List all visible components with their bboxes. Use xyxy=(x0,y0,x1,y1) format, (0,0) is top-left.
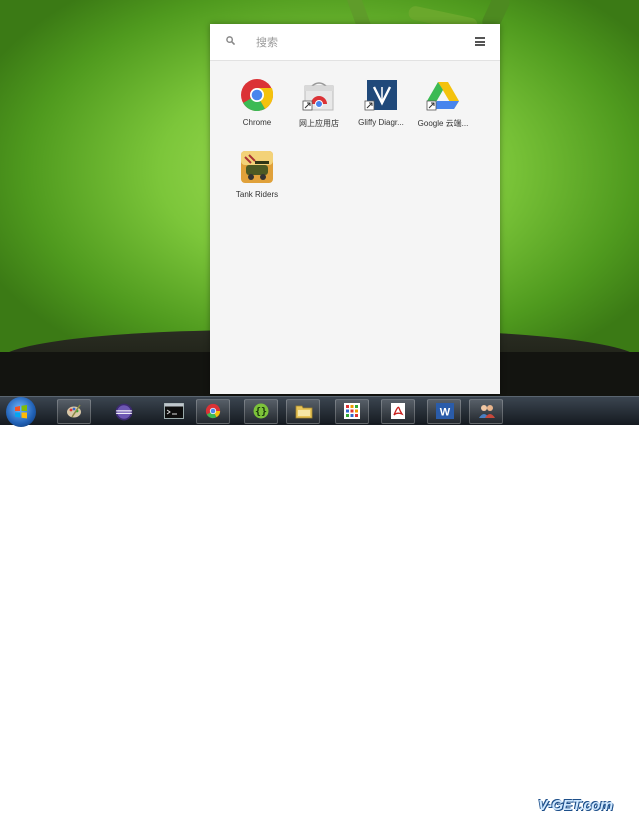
contacts-icon xyxy=(479,405,495,418)
app-label: Gliffy Diagr... xyxy=(358,118,404,127)
app-label: 网上应用店 xyxy=(299,119,339,128)
launcher-search-bar xyxy=(210,24,500,61)
web-store-icon xyxy=(302,82,334,111)
google-drive-icon xyxy=(426,82,459,111)
svg-text:{}: {} xyxy=(255,407,267,418)
gliffy-icon xyxy=(364,80,397,111)
eclipse-icon xyxy=(115,403,133,421)
pdf-icon xyxy=(391,403,405,419)
svg-text:W: W xyxy=(440,407,451,419)
taskbar-pdf-reader[interactable] xyxy=(381,399,415,424)
apps-grid-icon xyxy=(344,403,360,419)
paint-palette-icon xyxy=(67,404,81,418)
app-label: Google 云端... xyxy=(417,119,469,128)
app-tile-chrome[interactable]: Chrome xyxy=(222,72,292,142)
search-icon xyxy=(226,36,235,45)
terminal-icon xyxy=(164,403,184,419)
chrome-icon xyxy=(241,79,274,112)
watermark-logo: V-GET.com xyxy=(538,797,613,814)
start-button[interactable] xyxy=(6,397,36,427)
hamburger-menu-icon[interactable] xyxy=(475,37,485,46)
taskbar-word[interactable]: W xyxy=(427,399,461,424)
word-icon: W xyxy=(436,403,454,419)
taskbar-code-editor[interactable]: {} xyxy=(244,399,278,424)
app-label: Tank Riders xyxy=(235,190,279,199)
app-tile-google-drive[interactable]: Google 云端... xyxy=(408,72,478,142)
chrome-icon xyxy=(205,403,221,419)
windows-logo-icon xyxy=(15,405,27,419)
taskbar-file-explorer[interactable] xyxy=(286,399,320,424)
app-launcher-panel: Chrome 网上应用店 Gliffy Diagr... xyxy=(210,24,500,394)
taskbar-app-launcher[interactable] xyxy=(335,399,369,424)
app-label: Chrome xyxy=(242,118,272,127)
taskbar-chrome[interactable] xyxy=(196,399,230,424)
taskbar-paint[interactable] xyxy=(57,399,91,424)
code-braces-icon: {} xyxy=(253,403,269,419)
app-tile-web-store[interactable]: 网上应用店 xyxy=(284,72,354,142)
taskbar-eclipse[interactable] xyxy=(106,399,140,424)
folder-icon xyxy=(295,405,313,419)
app-tile-tank-riders[interactable]: Tank Riders xyxy=(222,144,292,214)
taskbar-contacts[interactable] xyxy=(469,399,503,424)
app-tile-gliffy[interactable]: Gliffy Diagr... xyxy=(346,72,416,142)
tank-riders-icon xyxy=(241,151,273,183)
taskbar-terminal[interactable] xyxy=(155,399,189,424)
launcher-search-input[interactable] xyxy=(254,33,458,53)
taskbar: {} W V-GET.com xyxy=(0,396,639,814)
